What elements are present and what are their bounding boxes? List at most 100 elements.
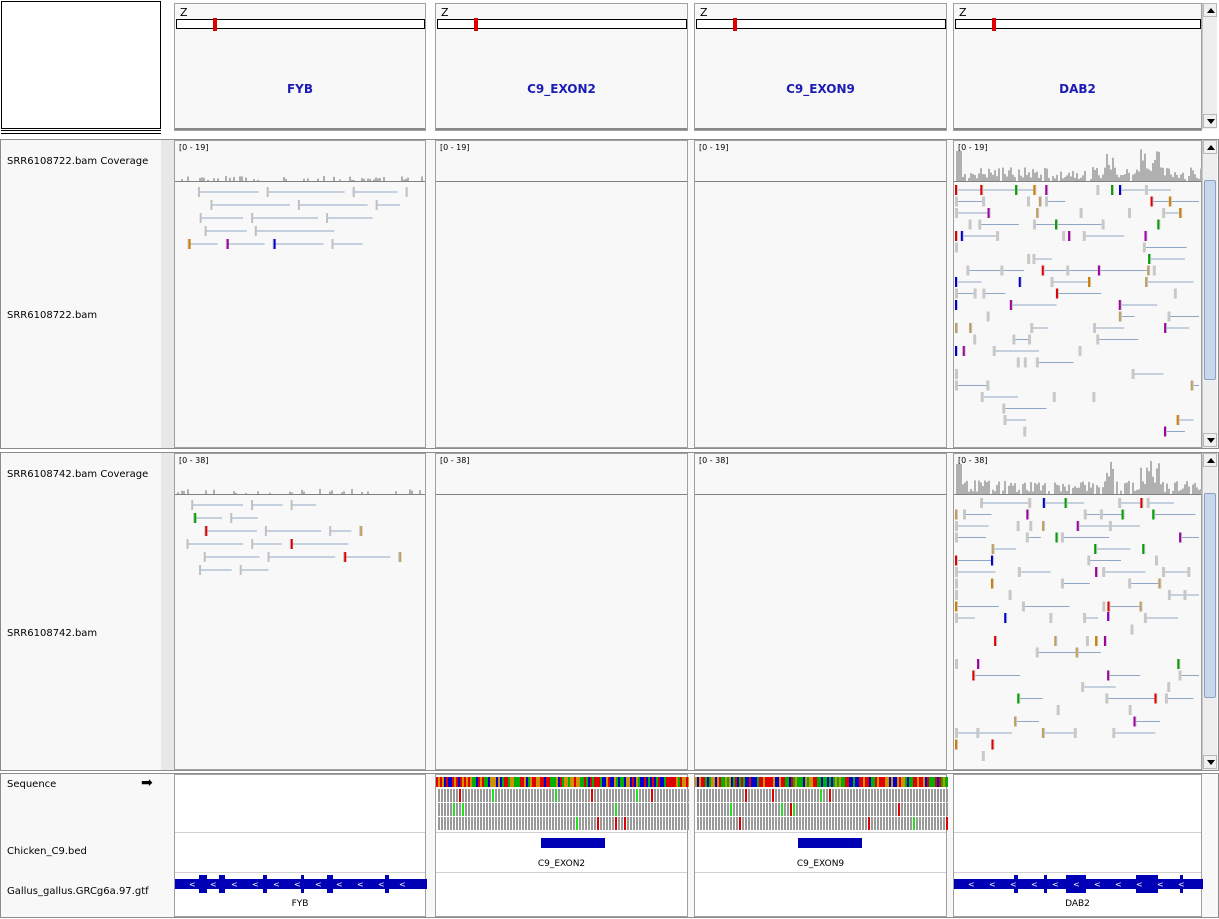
alignment-track-label[interactable]: SRR6108722.bam bbox=[7, 310, 97, 321]
coverage-bar bbox=[1088, 481, 1090, 494]
base-cell bbox=[736, 817, 738, 830]
read-block bbox=[992, 346, 996, 356]
base-cell bbox=[558, 817, 560, 830]
strand-arrow-icon[interactable]: ➡ bbox=[141, 775, 153, 791]
read-block bbox=[352, 187, 355, 197]
base-cell bbox=[940, 803, 942, 816]
sequence-base bbox=[817, 777, 819, 787]
chromosome-ideogram[interactable] bbox=[176, 18, 425, 31]
sequence-base bbox=[943, 777, 945, 787]
chromosome-ideogram[interactable] bbox=[696, 18, 946, 31]
locus-header-panel[interactable]: Z DAB2 bbox=[953, 3, 1202, 131]
scroll-down-button[interactable] bbox=[1203, 755, 1217, 769]
alignment-data-panel[interactable]: [0 - 38] I bbox=[953, 453, 1202, 770]
base-cell bbox=[513, 803, 515, 816]
sequence-base bbox=[855, 777, 857, 787]
feature-data-panel[interactable]: < < < < < < < < < < < FYB bbox=[174, 774, 427, 917]
locus-header-panel[interactable]: Z FYB bbox=[174, 3, 426, 131]
base-cell bbox=[495, 789, 497, 802]
base-cell bbox=[495, 803, 497, 816]
sample1-scrollbar[interactable] bbox=[1202, 140, 1217, 448]
base-cell bbox=[543, 789, 545, 802]
base-cell bbox=[486, 789, 488, 802]
read-block bbox=[1167, 311, 1171, 322]
base-cell bbox=[462, 789, 464, 802]
feature-data-panel[interactable]: C9_EXON2 bbox=[435, 774, 689, 917]
sequence-base bbox=[500, 777, 502, 787]
coverage-bar bbox=[988, 480, 990, 494]
base-cell bbox=[799, 803, 801, 816]
scroll-up-button[interactable] bbox=[1203, 3, 1217, 17]
feature-data-panel[interactable]: C9_EXON9 bbox=[694, 774, 948, 917]
scroll-down-button[interactable] bbox=[1203, 114, 1217, 128]
alignment-data-panel[interactable]: [0 - 19] bbox=[694, 140, 947, 448]
chromosome-label: Z bbox=[180, 6, 188, 19]
chromosome-ideogram[interactable] bbox=[437, 18, 687, 31]
mismatch-base bbox=[1139, 601, 1142, 612]
chromosome-ideogram[interactable] bbox=[955, 18, 1201, 31]
base-cell bbox=[778, 817, 780, 830]
alignment-data-panel[interactable]: [0 - 19] bbox=[174, 140, 426, 448]
coverage-bar bbox=[1146, 467, 1148, 494]
bed-track-label[interactable]: Chicken_C9.bed bbox=[7, 846, 87, 857]
scroll-thumb[interactable] bbox=[1204, 180, 1216, 380]
alignment-data-panel[interactable]: [0 - 38] bbox=[694, 453, 947, 770]
sequence-base bbox=[480, 777, 482, 787]
coverage-bar bbox=[1126, 169, 1128, 181]
read-block bbox=[1079, 208, 1083, 218]
scroll-down-button[interactable] bbox=[1203, 433, 1217, 447]
coverage-bar bbox=[235, 492, 237, 494]
locus-header-panel[interactable]: Z C9_EXON9 bbox=[694, 3, 947, 131]
read-block bbox=[1099, 509, 1103, 520]
coverage-bar bbox=[1128, 172, 1130, 181]
sequence-base bbox=[660, 777, 662, 787]
coverage-track-label[interactable]: SRR6108722.bam Coverage bbox=[7, 156, 148, 167]
coverage-bar bbox=[253, 179, 255, 181]
locus-header-panel[interactable]: Z C9_EXON2 bbox=[435, 3, 688, 131]
base-cell bbox=[946, 803, 948, 816]
coverage-track-label[interactable]: SRR6108742.bam Coverage bbox=[7, 469, 148, 480]
read-block bbox=[986, 380, 990, 391]
base-cell bbox=[907, 789, 909, 802]
coverage-bar bbox=[379, 178, 381, 181]
base-cell bbox=[570, 789, 572, 802]
base-cell bbox=[811, 817, 813, 830]
sequence-base bbox=[729, 777, 731, 787]
base-cell bbox=[724, 789, 726, 802]
mismatch-base bbox=[1041, 728, 1044, 738]
coverage-bar bbox=[257, 179, 259, 181]
base-cell bbox=[916, 817, 918, 830]
base-cell bbox=[531, 803, 533, 816]
base-cell bbox=[657, 817, 659, 830]
base-cell bbox=[775, 789, 777, 802]
feature-data-panel[interactable]: < < < < < < < < < < < DAB2 bbox=[953, 774, 1203, 917]
mismatch-base bbox=[344, 552, 347, 562]
base-cell bbox=[727, 803, 729, 816]
alignment-data-panel[interactable]: [0 - 19] bbox=[435, 140, 688, 448]
bed-feature-block bbox=[541, 838, 605, 848]
alignment-data-panel[interactable]: [0 - 38] bbox=[174, 453, 426, 770]
scroll-thumb[interactable] bbox=[1204, 493, 1216, 698]
name-panel-gutter bbox=[161, 140, 174, 448]
sequence-track-label[interactable]: Sequence bbox=[7, 779, 56, 790]
locus-name[interactable]: DAB2 bbox=[954, 82, 1201, 96]
base-cell bbox=[630, 803, 632, 816]
mismatch-base bbox=[1017, 693, 1020, 704]
alignment-track-label[interactable]: SRR6108742.bam bbox=[7, 628, 97, 639]
coverage-bar bbox=[233, 176, 235, 181]
header-divider bbox=[1, 130, 161, 134]
gtf-track-label[interactable]: Gallus_gallus.GRCg6a.97.gtf bbox=[7, 886, 149, 897]
alignment-data-panel[interactable]: [0 - 38] bbox=[435, 453, 688, 770]
coverage-bar bbox=[972, 491, 974, 494]
base-cell bbox=[483, 803, 485, 816]
header-scrollbar[interactable] bbox=[1202, 3, 1217, 129]
alignment-data-panel[interactable]: [0 - 19] bbox=[953, 140, 1202, 448]
mismatch-base bbox=[1164, 323, 1167, 333]
locus-name[interactable]: C9_EXON2 bbox=[436, 82, 687, 96]
locus-name[interactable]: FYB bbox=[175, 82, 425, 96]
scroll-up-button[interactable] bbox=[1203, 140, 1217, 154]
sample2-scrollbar[interactable] bbox=[1202, 453, 1217, 770]
locus-name[interactable]: C9_EXON9 bbox=[695, 82, 946, 96]
scroll-up-button[interactable] bbox=[1203, 453, 1217, 467]
sequence-base bbox=[564, 777, 566, 787]
